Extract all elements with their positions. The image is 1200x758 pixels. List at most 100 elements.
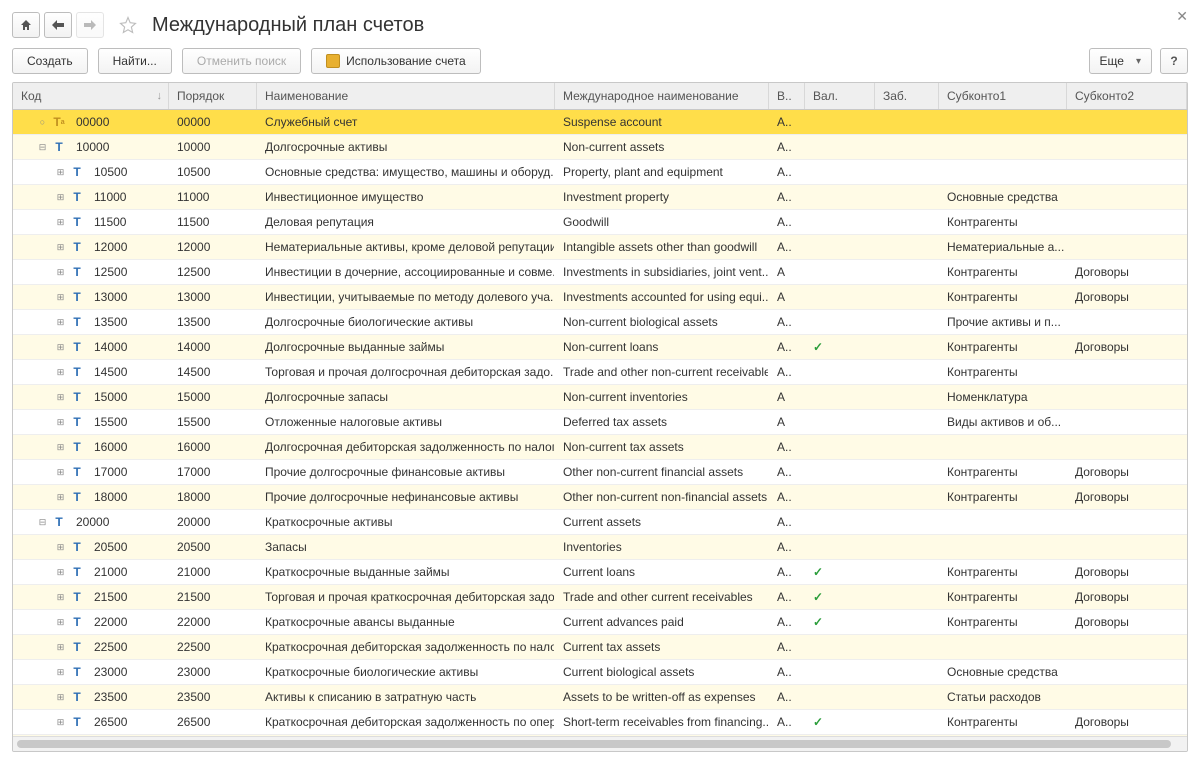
table-row[interactable]: ⊟T2000020000Краткосрочные активыCurrent … xyxy=(13,510,1187,535)
name-value: Инвестиции, учитываемые по методу долево… xyxy=(257,285,555,309)
find-button[interactable]: Найти... xyxy=(98,48,172,74)
order-value: 10000 xyxy=(169,135,257,159)
tree-expander[interactable]: ⊞ xyxy=(55,167,66,178)
table-row[interactable]: ⊞T2050020500ЗапасыInventoriesА.. xyxy=(13,535,1187,560)
scroll-thumb[interactable] xyxy=(17,740,1171,748)
val-value xyxy=(805,510,875,534)
col-order[interactable]: Порядок xyxy=(169,83,257,109)
more-button[interactable]: Еще xyxy=(1089,48,1152,74)
sub1-value xyxy=(939,510,1067,534)
col-code[interactable]: Код xyxy=(13,83,169,109)
table-row[interactable]: ⊞T1100011000Инвестиционное имуществоInve… xyxy=(13,185,1187,210)
tree-expander[interactable]: ⊞ xyxy=(55,717,66,728)
table-row[interactable]: ⊞T1700017000Прочие долгосрочные финансов… xyxy=(13,460,1187,485)
tree-expander[interactable]: ⊟ xyxy=(37,142,48,153)
col-sub1[interactable]: Субконто1 xyxy=(939,83,1067,109)
sub1-value: Контрагенты xyxy=(939,485,1067,509)
tree-expander[interactable]: ⊞ xyxy=(55,292,66,303)
table-row[interactable]: ⊞T2300023000Краткосрочные биологические … xyxy=(13,660,1187,685)
sub1-value: Нематериальные а... xyxy=(939,235,1067,259)
val-value xyxy=(805,435,875,459)
zab-value xyxy=(875,285,939,309)
col-name[interactable]: Наименование xyxy=(257,83,555,109)
table-row[interactable]: ⊞T2650026500Краткосрочная дебиторская за… xyxy=(13,710,1187,735)
code-value: 11000 xyxy=(94,190,126,204)
table-row[interactable]: ⊞T2250022500Краткосрочная дебиторская за… xyxy=(13,635,1187,660)
cancel-search-button: Отменить поиск xyxy=(182,48,301,74)
tree-expander[interactable]: ⊞ xyxy=(55,617,66,628)
account-type-icon: T xyxy=(52,516,66,528)
tree-expander[interactable]: ⊞ xyxy=(55,467,66,478)
tree-expander[interactable]: ⊞ xyxy=(55,317,66,328)
tree-expander[interactable]: ⊞ xyxy=(55,392,66,403)
tree-expander[interactable]: ⊞ xyxy=(55,417,66,428)
table-row[interactable]: ⊞T2200022000Краткосрочные авансы выданны… xyxy=(13,610,1187,635)
table-row[interactable]: ⊞T1550015500Отложенные налоговые активыD… xyxy=(13,410,1187,435)
code-value: 11500 xyxy=(94,215,126,229)
table-row[interactable]: ⊞T1600016000Долгосрочная дебиторская зад… xyxy=(13,435,1187,460)
tree-expander[interactable]: ⊞ xyxy=(55,667,66,678)
sub2-value xyxy=(1067,185,1187,209)
tree-expander[interactable]: ⊞ xyxy=(55,342,66,353)
grid-body[interactable]: ○Tа0000000000Служебный счетSuspense acco… xyxy=(13,110,1187,736)
name-value: Торговая и прочая долгосрочная дебиторск… xyxy=(257,360,555,384)
close-button[interactable]: ✕ xyxy=(1176,8,1188,25)
tree-expander[interactable]: ⊞ xyxy=(55,267,66,278)
v-value: А.. xyxy=(769,135,805,159)
sub2-value xyxy=(1067,385,1187,409)
col-zab[interactable]: Заб. xyxy=(875,83,939,109)
col-sub2[interactable]: Субконто2 xyxy=(1067,83,1187,109)
intl-value: Inventories xyxy=(555,535,769,559)
tree-expander[interactable]: ⊟ xyxy=(37,517,48,528)
forward-button[interactable] xyxy=(76,12,104,38)
tree-expander[interactable]: ⊞ xyxy=(55,217,66,228)
table-row[interactable]: ⊞T1250012500Инвестиции в дочерние, ассоц… xyxy=(13,260,1187,285)
tree-expander[interactable]: ⊞ xyxy=(55,492,66,503)
zab-value xyxy=(875,110,939,134)
v-value: А.. xyxy=(769,685,805,709)
tree-expander[interactable]: ⊞ xyxy=(55,642,66,653)
tree-expander[interactable]: ○ xyxy=(37,117,48,128)
tree-expander[interactable]: ⊞ xyxy=(55,192,66,203)
code-value: 13500 xyxy=(94,315,127,329)
account-type-icon: T xyxy=(70,641,84,653)
tree-expander[interactable]: ⊞ xyxy=(55,542,66,553)
create-button[interactable]: Создать xyxy=(12,48,88,74)
col-intl[interactable]: Международное наименование xyxy=(555,83,769,109)
tree-expander[interactable]: ⊞ xyxy=(55,442,66,453)
tree-expander[interactable]: ⊞ xyxy=(55,567,66,578)
horizontal-scrollbar[interactable] xyxy=(13,736,1187,751)
help-button[interactable]: ? xyxy=(1160,48,1188,74)
order-value: 21500 xyxy=(169,585,257,609)
col-val[interactable]: Вал. xyxy=(805,83,875,109)
table-row[interactable]: ⊞T2150021500Торговая и прочая краткосроч… xyxy=(13,585,1187,610)
table-row[interactable]: ⊞T1350013500Долгосрочные биологические а… xyxy=(13,310,1187,335)
table-row[interactable]: ⊟T1000010000Долгосрочные активыNon-curre… xyxy=(13,135,1187,160)
tree-expander[interactable]: ⊞ xyxy=(55,367,66,378)
table-row[interactable]: ⊞T1200012000Нематериальные активы, кроме… xyxy=(13,235,1187,260)
table-row[interactable]: ⊞T1800018000Прочие долгосрочные нефинанс… xyxy=(13,485,1187,510)
name-value: Деловая репутация xyxy=(257,210,555,234)
table-row[interactable]: ⊞T1500015000Долгосрочные запасыNon-curre… xyxy=(13,385,1187,410)
zab-value xyxy=(875,485,939,509)
table-row[interactable]: ⊞T1050010500Основные средства: имущество… xyxy=(13,160,1187,185)
name-value: Долгосрочные выданные займы xyxy=(257,335,555,359)
table-row[interactable]: ⊞T2100021000Краткосрочные выданные займы… xyxy=(13,560,1187,585)
table-row[interactable]: ⊞T1150011500Деловая репутацияGoodwillА..… xyxy=(13,210,1187,235)
table-row[interactable]: ○Tа0000000000Служебный счетSuspense acco… xyxy=(13,110,1187,135)
tree-expander[interactable]: ⊞ xyxy=(55,692,66,703)
col-type[interactable]: В.. xyxy=(769,83,805,109)
favorite-button[interactable] xyxy=(116,13,140,37)
table-row[interactable]: ⊞T1400014000Долгосрочные выданные займыN… xyxy=(13,335,1187,360)
account-usage-button[interactable]: Использование счета xyxy=(311,48,481,74)
table-row[interactable]: ⊞T2350023500Активы к списанию в затратну… xyxy=(13,685,1187,710)
val-value xyxy=(805,385,875,409)
tree-expander[interactable]: ⊞ xyxy=(55,242,66,253)
table-row[interactable]: ⊞T1450014500Торговая и прочая долгосрочн… xyxy=(13,360,1187,385)
home-button[interactable] xyxy=(12,12,40,38)
tree-expander[interactable]: ⊞ xyxy=(55,592,66,603)
table-row[interactable]: ⊞T1300013000Инвестиции, учитываемые по м… xyxy=(13,285,1187,310)
back-button[interactable] xyxy=(44,12,72,38)
account-type-icon: T xyxy=(70,216,84,228)
val-value xyxy=(805,110,875,134)
